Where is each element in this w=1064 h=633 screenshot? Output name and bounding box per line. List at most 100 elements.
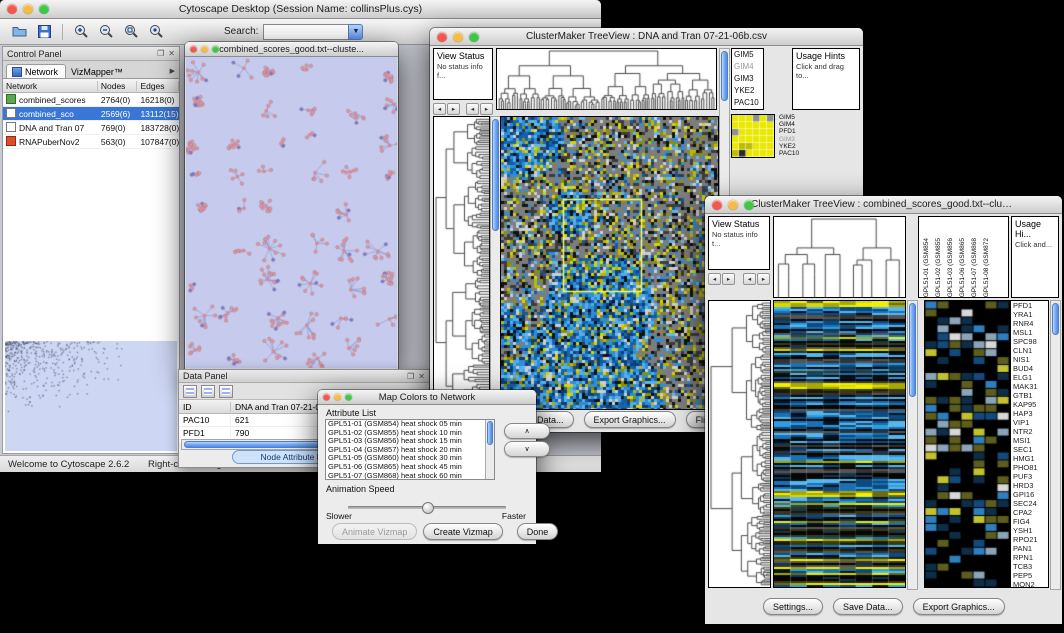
gene-label[interactable]: YKE2: [732, 85, 763, 97]
attribute-listbox[interactable]: GPL51-01 (GSM854) heat shock 05 minGPL51…: [325, 419, 495, 480]
save-data-button[interactable]: Save Data...: [833, 598, 903, 615]
done-button[interactable]: Done: [517, 523, 559, 540]
array-label[interactable]: GPL51-03 (GSM856: [947, 238, 954, 297]
gene-label[interactable]: GIM4: [777, 121, 809, 128]
heatmap-vertical-scrollbar[interactable]: [907, 300, 918, 590]
close-button[interactable]: [190, 46, 197, 53]
gene-label[interactable]: GTB1: [1011, 391, 1048, 400]
treeview-dna-titlebar[interactable]: ClusterMaker TreeView : DNA and Tran 07-…: [430, 28, 863, 46]
treeview-combined-titlebar[interactable]: ClusterMaker TreeView : combined_scores_…: [705, 196, 1062, 214]
column-dendrogram[interactable]: [496, 48, 717, 110]
export-graphics-button[interactable]: Export Graphics...: [913, 598, 1005, 615]
gene-label[interactable]: GIM3: [777, 136, 809, 143]
array-label[interactable]: GPL51-02 (GSM855: [935, 238, 942, 297]
gene-label[interactable]: HRD3: [1011, 481, 1048, 490]
gene-label[interactable]: RPN1: [1011, 553, 1048, 562]
zoom-button[interactable]: [212, 46, 219, 53]
zoom-button[interactable]: [744, 200, 754, 210]
gene-label[interactable]: PAC10: [777, 150, 809, 157]
tab-network[interactable]: Network: [6, 64, 66, 78]
search-input[interactable]: [263, 24, 348, 40]
zoom-out-icon[interactable]: [97, 23, 115, 41]
gene-label[interactable]: MON2: [1011, 580, 1048, 588]
zoom-button[interactable]: [345, 394, 352, 401]
gene-label[interactable]: PHO81: [1011, 463, 1048, 472]
gene-label[interactable]: HAP3: [1011, 409, 1048, 418]
column-dendrogram[interactable]: [773, 216, 906, 298]
search-dropdown-icon[interactable]: ▼: [348, 24, 363, 40]
minimize-button[interactable]: [334, 394, 341, 401]
gene-label[interactable]: SEC24: [1011, 499, 1048, 508]
gene-label[interactable]: TCB3: [1011, 562, 1048, 571]
tab-vizmapper[interactable]: VizMapper™: [66, 65, 130, 78]
selected-cluster-heatmap[interactable]: [731, 114, 775, 158]
gene-label[interactable]: MSL1: [1011, 328, 1048, 337]
move-up-button[interactable]: ∧: [504, 423, 550, 439]
minimize-button[interactable]: [453, 32, 463, 42]
gene-label[interactable]: YRA1: [1011, 310, 1048, 319]
gene-label[interactable]: CPA2: [1011, 508, 1048, 517]
network-graph-canvas[interactable]: [186, 57, 397, 368]
gene-label[interactable]: NIS1: [1011, 355, 1048, 364]
gene-label[interactable]: GIM5: [777, 114, 809, 121]
row-dendrogram[interactable]: [708, 300, 771, 588]
gene-label[interactable]: YKE2: [777, 143, 809, 150]
zoom-heatmap-canvas[interactable]: [924, 300, 1010, 588]
export-graphics-button[interactable]: Export Graphics...: [584, 411, 676, 428]
select-attributes-icon[interactable]: [183, 385, 197, 398]
gene-label[interactable]: PEP5: [1011, 571, 1048, 580]
expand-right-icon[interactable]: ▸: [480, 103, 493, 115]
network-view-titlebar[interactable]: combined_scores_good.txt--cluste...: [185, 42, 398, 57]
close-button[interactable]: [437, 32, 447, 42]
gene-label[interactable]: CLN1: [1011, 346, 1048, 355]
gene-label[interactable]: YSH1: [1011, 526, 1048, 535]
save-session-icon[interactable]: [35, 23, 53, 41]
network-row-dna-tran[interactable]: DNA and Tran 07 769(0) 183728(0): [3, 121, 179, 135]
slider-knob[interactable]: [422, 502, 434, 514]
gene-label[interactable]: BUD4: [1011, 364, 1048, 373]
gene-label[interactable]: GIM3: [732, 73, 763, 85]
gene-label[interactable]: ELG1: [1011, 373, 1048, 382]
attribute-item[interactable]: GPL51-07 (GSM868) heat shock 60 min: [326, 472, 494, 480]
close-panel-icon[interactable]: ✕: [168, 49, 175, 58]
gene-label[interactable]: HMG1: [1011, 454, 1048, 463]
main-titlebar[interactable]: Cytoscape Desktop (Session Name: collins…: [0, 0, 601, 19]
create-vizmap-button[interactable]: Create Vizmap: [423, 523, 502, 540]
move-down-button[interactable]: ∨: [504, 441, 550, 457]
zoom-fit-icon[interactable]: [122, 23, 140, 41]
gene-label[interactable]: RPO21: [1011, 535, 1048, 544]
gene-label[interactable]: GIM5: [732, 49, 763, 61]
birds-eye-view[interactable]: [5, 341, 177, 451]
array-label[interactable]: GPL51-08 (GSM872: [983, 238, 990, 297]
global-heatmap-canvas[interactable]: [773, 300, 906, 588]
array-label[interactable]: GPL51-01 (GSM854: [923, 238, 930, 297]
minimize-button[interactable]: [728, 200, 738, 210]
minimize-button[interactable]: [201, 46, 208, 53]
open-session-icon[interactable]: [10, 23, 28, 41]
gene-label[interactable]: FIG4: [1011, 517, 1048, 526]
gene-label[interactable]: SPC98: [1011, 337, 1048, 346]
gene-label[interactable]: PFD1: [777, 128, 809, 135]
gene-label[interactable]: MAK31: [1011, 382, 1048, 391]
heatmap-canvas[interactable]: [500, 116, 719, 410]
zoom-selected-icon[interactable]: [147, 23, 165, 41]
dialog-titlebar[interactable]: Map Colors to Network: [318, 390, 536, 405]
gene-label[interactable]: SEC1: [1011, 445, 1048, 454]
expand-left-icon[interactable]: ▸: [447, 103, 460, 115]
expand-right-icon[interactable]: ▸: [757, 273, 770, 285]
attribute-list-scrollbar[interactable]: [485, 420, 494, 479]
gene-label[interactable]: GIM4: [732, 61, 763, 73]
gene-label[interactable]: PAC10: [732, 97, 763, 109]
array-label[interactable]: GPL51-07 (GSM868: [971, 238, 978, 297]
gene-label[interactable]: VIP1: [1011, 418, 1048, 427]
network-row-combined-sco-selected[interactable]: combined_sco 2569(6) 13112(15): [3, 107, 179, 121]
gene-label[interactable]: PFD1: [1011, 301, 1048, 310]
collapse-right-icon[interactable]: ◂: [466, 103, 479, 115]
zoom-button[interactable]: [39, 4, 49, 14]
delete-attribute-icon[interactable]: [219, 385, 233, 398]
animate-vizmap-button[interactable]: Animate Vizmap: [332, 523, 417, 540]
settings-button[interactable]: Settings...: [763, 598, 823, 615]
expand-left-icon[interactable]: ▸: [722, 273, 735, 285]
row-dendrogram[interactable]: [433, 116, 490, 410]
gene-label[interactable]: PAN1: [1011, 544, 1048, 553]
